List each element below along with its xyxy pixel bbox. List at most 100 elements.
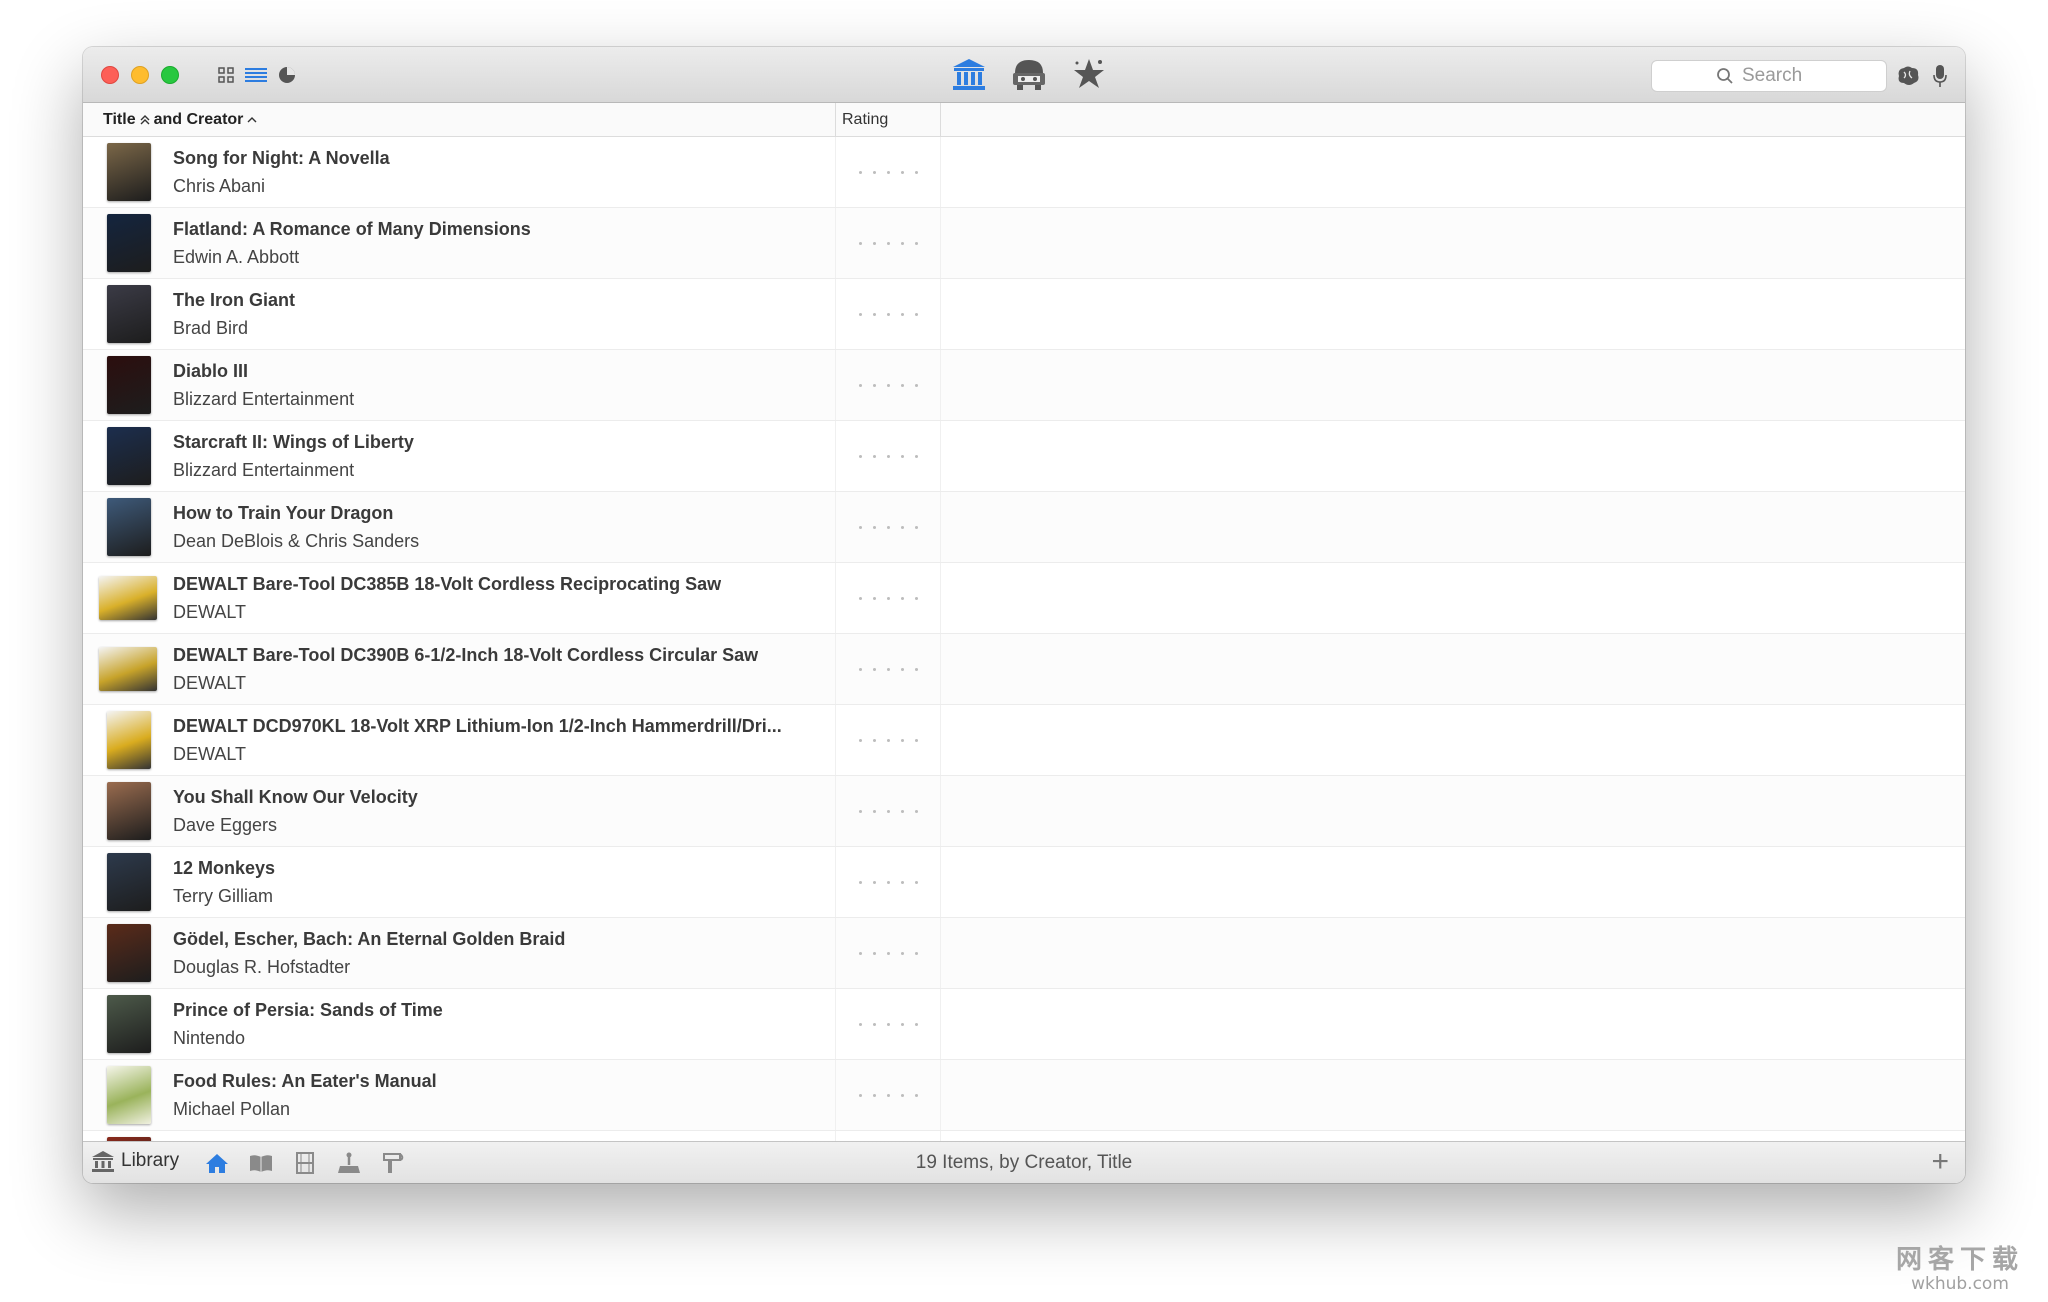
empty-star-icon[interactable] [872,312,876,316]
empty-star-icon[interactable] [886,170,890,174]
empty-star-icon[interactable] [872,1022,876,1026]
empty-star-icon[interactable] [872,596,876,600]
empty-star-icon[interactable] [886,667,890,671]
robot-tab-icon[interactable] [1008,53,1050,95]
empty-star-icon[interactable] [914,951,918,955]
empty-star-icon[interactable] [914,383,918,387]
list-item[interactable]: 12 Monkeys Terry Gilliam [83,847,1965,918]
empty-star-icon[interactable] [872,525,876,529]
list-item[interactable]: You Shall Know Our Velocity Dave Eggers [83,776,1965,847]
empty-star-icon[interactable] [914,170,918,174]
empty-star-icon[interactable] [886,1093,890,1097]
microphone-icon[interactable] [1925,61,1955,91]
empty-star-icon[interactable] [914,525,918,529]
empty-star-icon[interactable] [872,667,876,671]
empty-star-icon[interactable] [872,170,876,174]
empty-star-icon[interactable] [900,880,904,884]
rating-stars[interactable] [835,563,941,633]
empty-star-icon[interactable] [886,951,890,955]
rating-stars[interactable] [835,350,941,420]
list-item[interactable]: Flatland: A Romance of Many Dimensions Ed… [83,208,1965,279]
empty-star-icon[interactable] [858,880,862,884]
library-tab-icon[interactable] [948,53,990,95]
empty-star-icon[interactable] [900,1022,904,1026]
empty-star-icon[interactable] [858,312,862,316]
rating-stars[interactable] [835,279,941,349]
empty-star-icon[interactable] [858,596,862,600]
rating-stars[interactable] [835,421,941,491]
empty-star-icon[interactable] [886,809,890,813]
empty-star-icon[interactable] [886,241,890,245]
close-button[interactable] [101,66,119,84]
list-item[interactable]: DEWALT Bare-Tool DC385B 18-Volt Cordless… [83,563,1965,634]
empty-star-icon[interactable] [914,667,918,671]
rating-stars[interactable] [835,847,941,917]
empty-star-icon[interactable] [900,1093,904,1097]
empty-star-icon[interactable] [900,809,904,813]
list-item[interactable]: Prince of Persia: Sands of Time Nintendo [83,989,1965,1060]
empty-star-icon[interactable] [858,667,862,671]
empty-star-icon[interactable] [914,596,918,600]
empty-star-icon[interactable] [914,312,918,316]
empty-star-icon[interactable] [872,1093,876,1097]
empty-star-icon[interactable] [914,1022,918,1026]
empty-star-icon[interactable] [900,170,904,174]
list-item[interactable]: The Iron Giant Brad Bird [83,279,1965,350]
empty-star-icon[interactable] [914,809,918,813]
rating-stars[interactable] [835,1060,941,1130]
rating-column-header[interactable]: Rating [835,103,941,137]
empty-star-icon[interactable] [914,241,918,245]
rating-stars[interactable] [835,918,941,988]
list-item[interactable]: Gödel, Escher, Bach: An Eternal Golden B… [83,918,1965,989]
empty-star-icon[interactable] [858,738,862,742]
empty-star-icon[interactable] [858,241,862,245]
add-item-button[interactable]: + [1931,1146,1949,1178]
empty-star-icon[interactable] [900,312,904,316]
empty-star-icon[interactable] [886,383,890,387]
empty-star-icon[interactable] [886,596,890,600]
empty-star-icon[interactable] [858,1093,862,1097]
rating-stars[interactable] [835,989,941,1059]
empty-star-icon[interactable] [886,525,890,529]
empty-star-icon[interactable] [900,454,904,458]
list-item[interactable]: Diablo III Blizzard Entertainment [83,350,1965,421]
empty-star-icon[interactable] [900,383,904,387]
empty-star-icon[interactable] [900,241,904,245]
empty-star-icon[interactable] [872,383,876,387]
empty-star-icon[interactable] [900,738,904,742]
empty-star-icon[interactable] [872,241,876,245]
empty-star-icon[interactable] [872,454,876,458]
item-list[interactable]: Song for Night: A Novella Chris Abani Flat… [83,137,1965,1141]
empty-star-icon[interactable] [914,1093,918,1097]
empty-star-icon[interactable] [914,454,918,458]
empty-star-icon[interactable] [900,667,904,671]
empty-star-icon[interactable] [886,454,890,458]
empty-star-icon[interactable] [900,951,904,955]
list-item[interactable]: DEWALT DCD970KL 18-Volt XRP Lithium-Ion … [83,705,1965,776]
search-input[interactable] [1742,65,1822,87]
rating-stars[interactable] [835,776,941,846]
pie-chart-icon[interactable] [274,62,300,88]
list-item[interactable]: Food Rules: An Eater's Manual Michael Pol… [83,1060,1965,1131]
list-item[interactable]: How to Train Your Dragon Dean DeBlois & C… [83,492,1965,563]
empty-star-icon[interactable] [886,1022,890,1026]
rating-stars[interactable] [835,705,941,775]
list-item[interactable]: Red Dead Redemption [83,1131,1965,1141]
zoom-button[interactable] [161,66,179,84]
rating-stars[interactable] [835,634,941,704]
empty-star-icon[interactable] [872,951,876,955]
list-view-icon[interactable] [243,62,269,88]
rating-stars[interactable] [835,492,941,562]
empty-star-icon[interactable] [858,170,862,174]
list-item[interactable]: Song for Night: A Novella Chris Abani [83,137,1965,208]
empty-star-icon[interactable] [858,809,862,813]
empty-star-icon[interactable] [886,738,890,742]
empty-star-icon[interactable] [886,880,890,884]
empty-star-icon[interactable] [900,596,904,600]
rating-stars[interactable] [835,137,941,207]
brain-icon[interactable] [1893,61,1923,91]
grid-view-icon[interactable] [213,62,239,88]
empty-star-icon[interactable] [858,454,862,458]
empty-star-icon[interactable] [858,951,862,955]
empty-star-icon[interactable] [872,809,876,813]
